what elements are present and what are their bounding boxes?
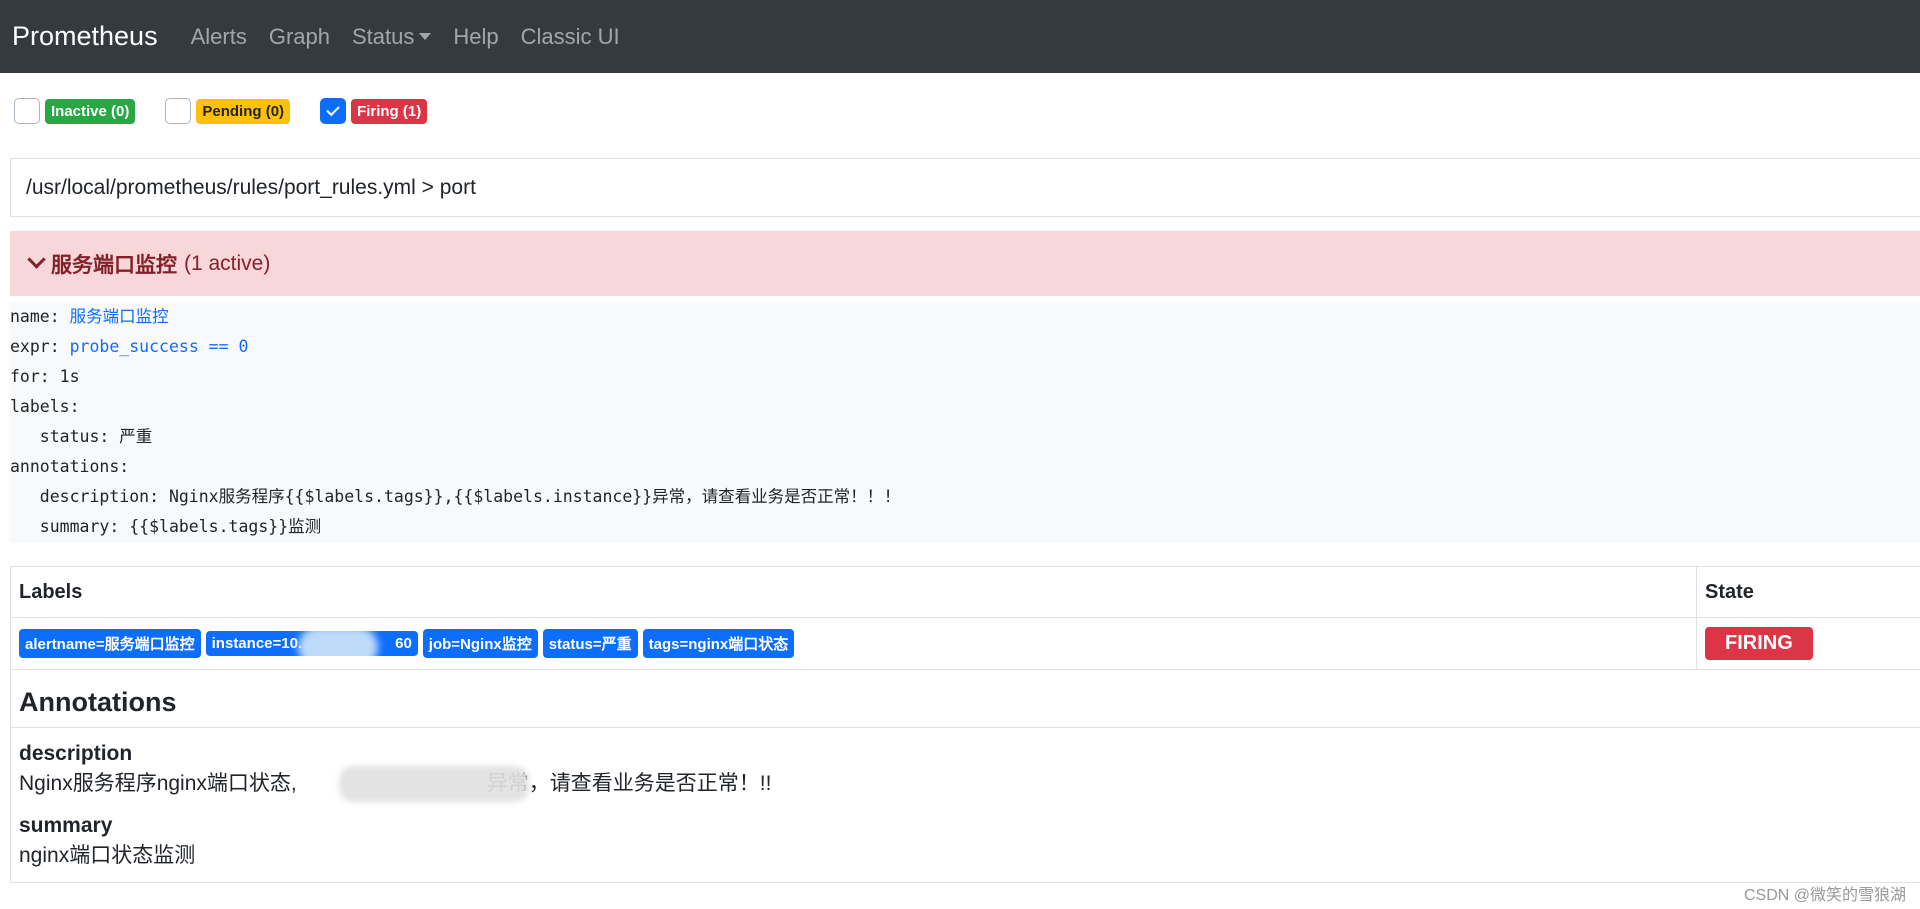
rule-definition: name: 服务端口监控 expr: probe_success == 0 fo… bbox=[10, 302, 1920, 543]
nav-help[interactable]: Help bbox=[453, 24, 498, 50]
pending-checkbox[interactable] bbox=[165, 98, 192, 124]
group-name: 服务端口监控 bbox=[51, 253, 177, 277]
filter-firing[interactable]: Firing (1) bbox=[320, 98, 428, 124]
rule-description-line: description: Nginx服务程序{{$labels.tags}},{… bbox=[10, 487, 894, 506]
label-instance-prefix: instance=10. bbox=[211, 635, 303, 652]
label-alertname: alertname=服务端口监控 bbox=[19, 629, 201, 658]
redaction-blur bbox=[297, 631, 378, 656]
nav-status-label: Status bbox=[351, 23, 415, 49]
rule-status-line: status: 严重 bbox=[10, 427, 153, 446]
nav-graph[interactable]: Graph bbox=[269, 24, 330, 50]
pending-badge: Pending (0) bbox=[196, 98, 291, 124]
watermark: CSDN @微笑的雪狼湖 bbox=[1743, 887, 1906, 904]
nav-classic-ui[interactable]: Classic UI bbox=[521, 24, 620, 50]
top-navbar: Prometheus Alerts Graph Status Help Clas… bbox=[0, 0, 1920, 73]
rule-name-line: name: 服务端口监控 bbox=[10, 302, 1920, 332]
rule-expr-line: expr: probe_success == 0 bbox=[10, 332, 1920, 362]
caret-down-icon bbox=[419, 33, 432, 40]
label-instance: instance=10. 60 bbox=[205, 631, 418, 656]
label-tags: tags=nginx端口状态 bbox=[642, 629, 795, 658]
alerts-table: Labels State alertname=服务端口监控 instance=1… bbox=[10, 566, 1920, 883]
summary-key: summary bbox=[19, 814, 113, 837]
nav-alerts[interactable]: Alerts bbox=[191, 24, 247, 50]
inactive-badge: Inactive (0) bbox=[45, 98, 136, 124]
firing-checkbox[interactable] bbox=[320, 98, 347, 124]
rule-for-line: for: 1s bbox=[10, 367, 80, 386]
summary-value: nginx端口状态监测 bbox=[19, 844, 196, 867]
rule-expr-link[interactable]: probe_success == 0 bbox=[70, 337, 249, 356]
filter-pending[interactable]: Pending (0) bbox=[165, 98, 291, 124]
inactive-checkbox[interactable] bbox=[14, 98, 40, 124]
annotations-title: Annotations bbox=[11, 678, 1920, 728]
table-row: alertname=服务端口监控 instance=10. 60 job=Ngin… bbox=[11, 618, 1920, 670]
brand-link[interactable]: Prometheus bbox=[12, 21, 158, 52]
redaction-blur bbox=[339, 766, 529, 802]
state-filters: Inactive (0) Pending (0) Firing (1) bbox=[14, 98, 457, 124]
table-header: Labels State bbox=[11, 567, 1920, 618]
nav-status-dropdown[interactable]: Status bbox=[351, 23, 432, 50]
labels-cell: alertname=服务端口监控 instance=10. 60 job=Ngin… bbox=[11, 618, 1697, 669]
rule-name-key: name: bbox=[10, 307, 60, 326]
description-prefix: Nginx服务程序nginx端口状态, bbox=[19, 772, 297, 795]
rule-annotations-line: annotations: bbox=[10, 457, 130, 476]
description-suffix: 异常，请查看业务是否正常！!! bbox=[486, 772, 772, 795]
rule-labels-line: labels: bbox=[10, 397, 80, 416]
group-active-count: (1 active) bbox=[184, 251, 271, 275]
rule-file-path: /usr/local/prometheus/rules/port_rules.y… bbox=[10, 158, 1920, 217]
rule-name-link[interactable]: 服务端口监控 bbox=[70, 307, 169, 326]
label-status: status=严重 bbox=[542, 629, 638, 658]
firing-state-badge: FIRING bbox=[1705, 627, 1813, 660]
chevron-down-icon bbox=[27, 250, 46, 269]
rule-expr-key: expr: bbox=[10, 337, 60, 356]
state-column-header: State bbox=[1705, 580, 1754, 603]
state-cell: FIRING bbox=[1697, 618, 1920, 669]
description-key: description bbox=[19, 742, 133, 765]
rule-summary-line: summary: {{$labels.tags}}监测 bbox=[10, 517, 322, 536]
filter-inactive[interactable]: Inactive (0) bbox=[14, 98, 136, 124]
label-instance-suffix: 60 bbox=[395, 635, 412, 652]
annotations-section: Annotations description Nginx服务程序nginx端口… bbox=[11, 670, 1920, 882]
labels-column-header: Labels bbox=[11, 567, 1697, 617]
firing-badge: Firing (1) bbox=[351, 98, 428, 124]
description-value: Nginx服务程序nginx端口状态, 异常，请查看业务是否正常！!! bbox=[19, 766, 772, 802]
alert-group-header[interactable]: 服务端口监控 (1 active) bbox=[10, 231, 1920, 296]
checkmark-icon bbox=[326, 102, 340, 117]
label-job: job=Nginx监控 bbox=[422, 629, 538, 658]
